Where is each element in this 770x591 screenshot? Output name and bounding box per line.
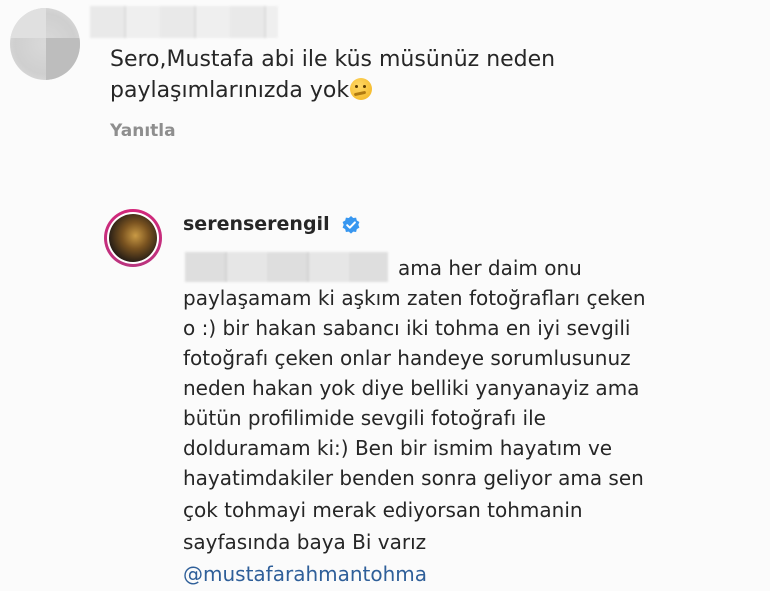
reply-text-line: fotoğrafı çeken onlar handeye sorumlusun… bbox=[183, 346, 631, 370]
comment-text-line-2-text: paylaşımlarınızda yok bbox=[110, 78, 350, 103]
reply-button[interactable]: Yanıtla bbox=[110, 121, 176, 141]
comment-text: Sero,Mustafa abi ile küs müsünüz neden p… bbox=[110, 44, 630, 106]
comment-text-line-2: paylaşımlarınızda yok bbox=[110, 75, 630, 106]
commenter-avatar[interactable] bbox=[10, 8, 80, 80]
mentioned-username-blurred bbox=[185, 252, 388, 282]
reply-text-line: o :) bir hakan sabancı iki tohma en iyi … bbox=[183, 316, 631, 340]
comment-text-line-1: Sero,Mustafa abi ile küs müsünüz neden bbox=[110, 47, 556, 72]
commenter-username-blurred bbox=[90, 6, 278, 38]
reply-text-line: bütün profilimide sevgili fotoğrafı ile bbox=[183, 406, 546, 430]
reply-avatar[interactable] bbox=[104, 209, 162, 267]
mention-link[interactable]: @mustafarahmantohma bbox=[183, 562, 427, 586]
reply-text-line: hayatimdakiler benden sonra geliyor ama … bbox=[183, 466, 644, 490]
reply-text-line: paylaşamam ki aşkım zaten fotoğrafları ç… bbox=[183, 286, 646, 310]
reply-username[interactable]: serenserengil bbox=[183, 213, 330, 235]
reply-text-line: dolduramam ki:) Ben bir ismim hayatım ve bbox=[183, 436, 613, 460]
reply-text-line: ama her daim onu bbox=[398, 256, 582, 280]
thinking-face-icon bbox=[350, 78, 373, 100]
verified-badge-icon bbox=[342, 216, 360, 234]
reply-text-line: neden hakan yok diye belliki yanyanayiz … bbox=[183, 376, 640, 400]
reply-text-line: çok tohmayi merak ediyorsan tohmanin bbox=[183, 498, 583, 522]
reply-text-line: sayfasında baya Bi varız bbox=[183, 530, 427, 554]
reply-avatar-photo bbox=[109, 214, 157, 262]
